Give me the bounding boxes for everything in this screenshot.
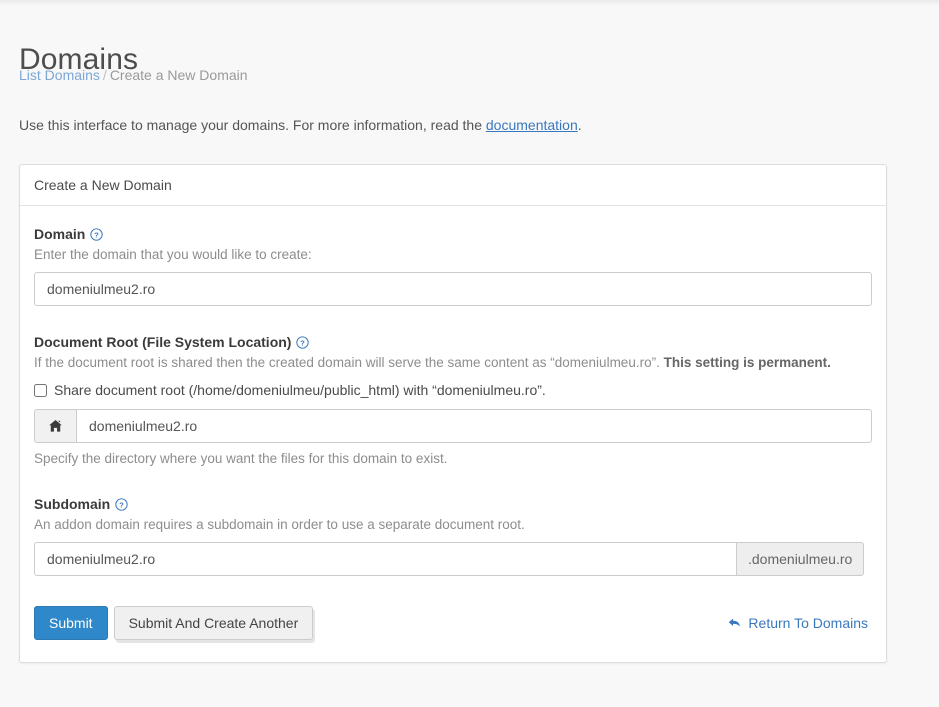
intro-text-before: Use this interface to manage your domain… — [19, 117, 486, 133]
submit-and-create-another-button[interactable]: Submit And Create Another — [113, 606, 314, 640]
subdomain-suffix: .domeniulmeu.ro — [737, 542, 865, 576]
intro-text-after: . — [577, 117, 582, 133]
return-to-domains-link[interactable]: Return To Domains — [727, 615, 872, 631]
breadcrumb-current: Create a New Domain — [109, 67, 248, 83]
document-root-sub-help: Specify the directory where you want the… — [34, 451, 448, 466]
subdomain-input-group: .domeniulmeu.ro — [34, 542, 872, 576]
domain-field-description: Enter the domain that you would like to … — [34, 247, 312, 262]
subdomain-field-label: Subdomain ? — [34, 496, 872, 512]
intro-text: Use this interface to manage your domain… — [19, 116, 582, 135]
create-domain-panel: Create a New Domain Domain ? Enter the d… — [19, 164, 887, 663]
return-to-domains-label: Return To Domains — [748, 615, 868, 631]
document-root-description-bold: This setting is permanent. — [663, 355, 831, 370]
breadcrumb-link-list-domains[interactable]: List Domains — [19, 67, 100, 83]
document-root-field-description: If the document root is shared then the … — [34, 354, 872, 372]
share-document-root-checkbox[interactable] — [34, 383, 47, 397]
breadcrumb-separator: / — [102, 67, 107, 83]
panel-body: Domain ? Enter the domain that you would… — [20, 206, 886, 662]
document-root-input[interactable] — [76, 409, 872, 443]
svg-text:?: ? — [301, 338, 306, 347]
document-root-description-normal: If the document root is shared then the … — [34, 355, 664, 370]
subdomain-label-text: Subdomain — [34, 496, 111, 512]
svg-text:?: ? — [119, 500, 124, 509]
subdomain-field-description: An addon domain requires a subdomain in … — [34, 517, 525, 532]
submit-button[interactable]: Submit — [34, 606, 108, 640]
document-root-field-label: Document Root (File System Location) ? — [34, 334, 872, 350]
document-root-label-text: Document Root (File System Location) — [34, 334, 292, 350]
form-actions: Submit Submit And Create Another Return … — [34, 606, 872, 640]
domain-input[interactable] — [34, 272, 872, 306]
breadcrumb: List Domains / Create a New Domain — [19, 66, 248, 84]
share-document-root-checkbox-row[interactable]: Share document root (/home/domeniulmeu/p… — [34, 382, 872, 398]
arrow-back-icon — [727, 616, 742, 630]
panel-heading-title: Create a New Domain — [34, 177, 172, 193]
document-root-input-group — [34, 409, 872, 443]
domain-field-label: Domain ? — [34, 226, 872, 242]
documentation-link[interactable]: documentation — [486, 117, 578, 133]
subdomain-input[interactable] — [34, 542, 737, 576]
home-icon[interactable] — [34, 409, 76, 443]
question-circle-icon[interactable]: ? — [115, 497, 128, 511]
share-document-root-checkbox-label: Share document root (/home/domeniulmeu/p… — [54, 382, 546, 398]
svg-text:?: ? — [94, 230, 99, 239]
panel-heading: Create a New Domain — [20, 165, 886, 206]
form-actions-left: Submit Submit And Create Another — [34, 606, 314, 640]
page-container: Domains List Domains / Create a New Domain… — [0, 6, 939, 707]
question-circle-icon[interactable]: ? — [90, 227, 104, 241]
domain-label-text: Domain — [34, 226, 86, 242]
question-circle-icon[interactable]: ? — [296, 335, 310, 349]
